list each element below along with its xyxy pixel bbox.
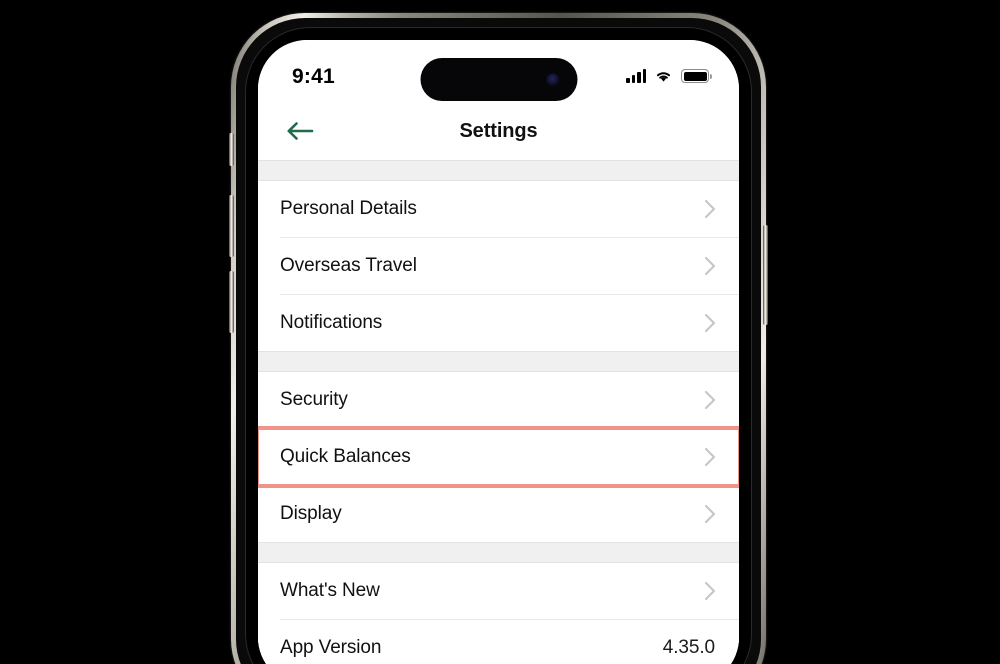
settings-row-label: Personal Details: [280, 198, 417, 219]
phone-frame: 9:41 Settings Personal Details Overseas …: [229, 13, 768, 664]
chevron-right-icon: [704, 313, 716, 333]
settings-row-quick-balances[interactable]: Quick Balances: [258, 426, 739, 488]
navigation-bar: Settings: [258, 102, 739, 160]
settings-row-notifications[interactable]: Notifications: [258, 295, 739, 351]
section-separator-about: [258, 542, 739, 563]
chevron-right-icon: [704, 581, 716, 601]
section-separator-account: [258, 160, 739, 181]
chevron-right-icon: [704, 447, 716, 467]
section-separator-preferences: [258, 351, 739, 372]
chevron-right-icon: [704, 390, 716, 410]
cellular-signal-icon: [626, 69, 646, 83]
phone-screen: 9:41 Settings Personal Details Overseas …: [258, 40, 739, 664]
status-bar-indicators: [626, 69, 712, 83]
volume-up-button[interactable]: [229, 195, 234, 257]
battery-full-icon: [681, 69, 712, 83]
page-title: Settings: [459, 119, 538, 142]
settings-row-value: 4.35.0: [662, 637, 715, 658]
settings-row-label: What's New: [280, 580, 380, 601]
settings-row-app-version[interactable]: App Version 4.35.0: [258, 620, 739, 664]
settings-row-overseas-travel[interactable]: Overseas Travel: [258, 238, 739, 294]
volume-down-button[interactable]: [229, 271, 234, 333]
settings-list[interactable]: Personal Details Overseas Travel Notificat…: [258, 160, 739, 664]
chevron-right-icon: [704, 199, 716, 219]
back-arrow-icon: [287, 122, 314, 140]
wifi-icon: [656, 72, 671, 82]
power-button[interactable]: [763, 225, 768, 325]
chevron-right-icon: [704, 504, 716, 524]
settings-group-about: What's New App Version 4.35.0: [258, 563, 739, 664]
settings-row-label: Notifications: [280, 312, 383, 333]
settings-row-label: Security: [280, 389, 348, 410]
status-bar-time: 9:41: [292, 64, 335, 88]
settings-row-display[interactable]: Display: [258, 486, 739, 542]
settings-group-account: Personal Details Overseas Travel Notificat…: [258, 181, 739, 351]
silent-switch-button[interactable]: [229, 133, 234, 166]
front-camera-icon: [546, 73, 559, 86]
settings-group-preferences: Security Quick Balances Display: [258, 372, 739, 542]
settings-row-label: App Version: [280, 637, 382, 658]
back-button[interactable]: [280, 111, 320, 151]
dynamic-island: [420, 58, 577, 101]
settings-row-security[interactable]: Security: [258, 372, 739, 428]
settings-row-label: Quick Balances: [280, 446, 411, 467]
screenshot-canvas: 9:41 Settings Personal Details Overseas …: [0, 0, 1000, 664]
settings-row-label: Display: [280, 503, 342, 524]
settings-row-personal-details[interactable]: Personal Details: [258, 181, 739, 237]
settings-row-what-s-new[interactable]: What's New: [258, 563, 739, 619]
chevron-right-icon: [704, 256, 716, 276]
settings-row-label: Overseas Travel: [280, 255, 417, 276]
